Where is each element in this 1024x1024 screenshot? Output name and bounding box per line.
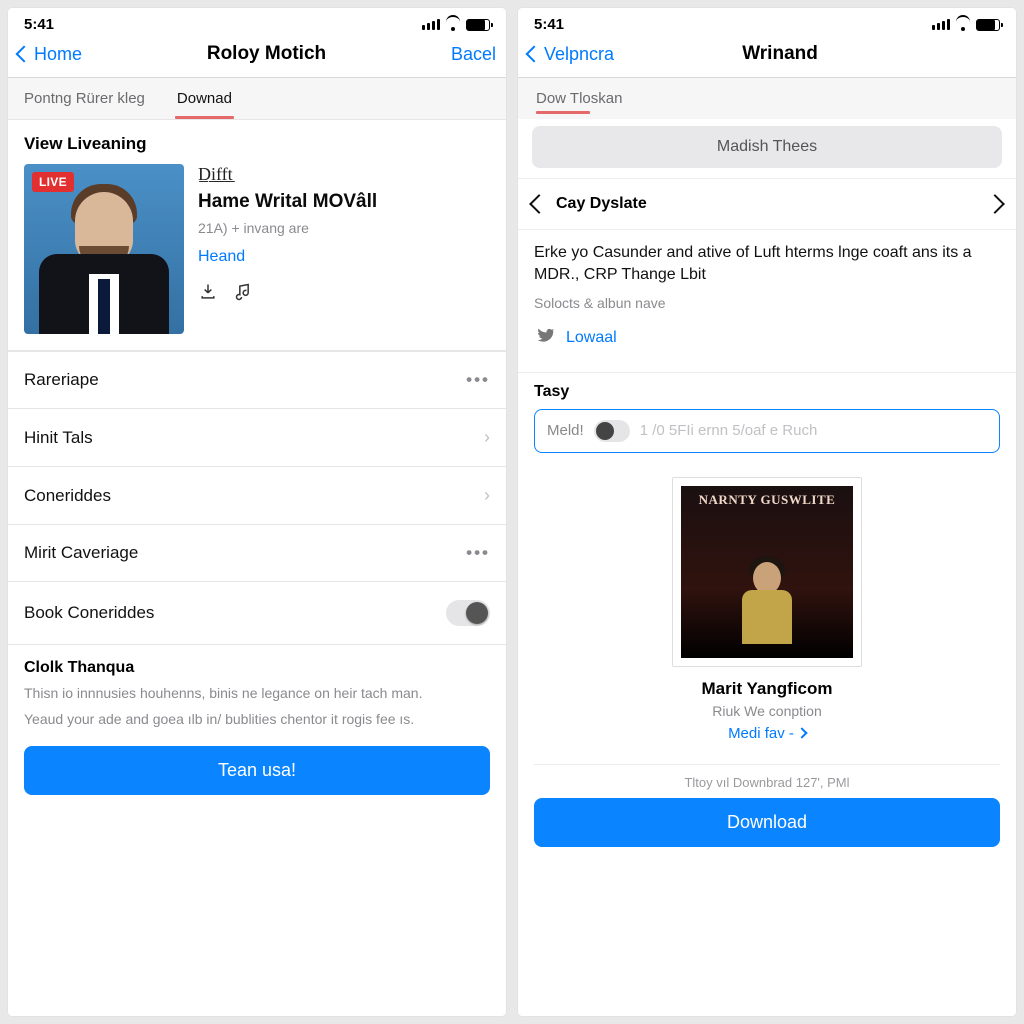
row-label: Mirit Caveriage [24, 543, 138, 563]
album-cover: NARNTY GUSWLITE [672, 477, 862, 667]
arrow-right-icon[interactable] [985, 194, 1005, 214]
clock: 5:41 [534, 16, 564, 33]
clock: 5:41 [24, 16, 54, 33]
chevron-left-icon [526, 46, 543, 63]
row-rareriape[interactable]: Rareriape ••• [8, 351, 506, 409]
status-icons [422, 19, 490, 31]
footer-title: Clolk Thanqua [24, 659, 490, 677]
article-block: Erke yo Casunder and ative of Luft hterm… [518, 230, 1016, 373]
signal-icon [932, 19, 950, 30]
cover-person [732, 562, 802, 644]
status-bar: 5:41 [8, 8, 506, 37]
article-sub: Solocts & albun nave [534, 295, 1000, 311]
pager-label: Cay Dyslate [556, 195, 647, 213]
live-card[interactable]: LIVE D̲i̲f̲f̲t̲ Hame Writal MOVâll 21A) … [8, 164, 506, 351]
cover-title: NARNTY GUSWLITE [699, 492, 836, 508]
avatar: LIVE [24, 164, 184, 334]
page-title: Roloy Motich [207, 43, 326, 65]
more-icon[interactable]: ••• [466, 370, 490, 390]
footer-desc-1: Thisn io innnusies houhenns, binis ne le… [24, 683, 490, 703]
page-title: Wrinand [742, 43, 818, 65]
card-name: Hame Writal MOVâll [198, 191, 490, 214]
footer-desc-2: Yeaud your ade and goea ılb in/ bublitie… [24, 709, 490, 729]
input-placeholder: 1 /0 5FIi ernn 5/oaf e Ruch [640, 422, 987, 439]
battery-icon [466, 19, 490, 31]
back-label: Home [34, 44, 82, 65]
download-button[interactable]: Download [534, 798, 1000, 847]
input-field[interactable]: Meld! 1 /0 5FIi ernn 5/oaf e Ruch [534, 409, 1000, 453]
toggle[interactable] [446, 600, 490, 626]
chevron-right-icon: › [484, 427, 490, 448]
tab-bar: Dow Tloskan [518, 78, 1016, 119]
phone-left: 5:41 Home Roloy Motich Bacel Pontng Rüre… [8, 8, 506, 1016]
row-label: Coneriddes [24, 486, 111, 506]
section-header: View Liveaning [8, 119, 506, 164]
status-bar: 5:41 [518, 8, 1016, 37]
wifi-icon [955, 19, 971, 31]
row-hinit-tals[interactable]: Hinit Tals › [8, 409, 506, 467]
footer-block: Clolk Thanqua Thisn io innnusies houhenn… [8, 645, 506, 746]
row-label: Hinit Tals [24, 428, 93, 448]
back-button[interactable]: Home [18, 44, 82, 65]
share-row[interactable]: Lowaal [534, 325, 1000, 352]
chevron-right-icon: › [484, 485, 490, 506]
status-icons [932, 19, 1000, 31]
album-card[interactable]: NARNTY GUSWLITE Marit Yangficom Riuk We … [672, 477, 862, 742]
card-meta: D̲i̲f̲f̲t̲ Hame Writal MOVâll 21A) + inv… [198, 164, 490, 334]
row-mirit-caveriage[interactable]: Mirit Caveriage ••• [8, 525, 506, 582]
back-label: Velpncra [544, 44, 614, 65]
toggle[interactable] [594, 420, 630, 442]
primary-button[interactable]: Tean usa! [24, 746, 490, 795]
tab-ponting[interactable]: Pontng Rürer kleg [8, 78, 161, 119]
phone-right: 5:41 Velpncra Wrinand Dow Tloskan Madish… [518, 8, 1016, 1016]
nav-bar: Velpncra Wrinand [518, 37, 1016, 78]
segment-control[interactable]: Madish Thees [532, 126, 1002, 168]
card-sub: 21A) + invang are [198, 220, 490, 236]
pager-prev[interactable]: Cay Dyslate [532, 195, 647, 213]
tab-bar: Pontng Rürer kleg Downad [8, 78, 506, 119]
tab-indicator [536, 111, 590, 114]
nav-bar: Home Roloy Motich Bacel [8, 37, 506, 78]
person-illustration [34, 174, 174, 334]
album-sub: Riuk We conption [712, 703, 821, 719]
article-body: Erke yo Casunder and ative of Luft hterm… [534, 242, 1000, 287]
download-icon[interactable] [198, 282, 218, 307]
album-name: Marit Yangficom [702, 679, 833, 699]
music-note-icon[interactable] [234, 282, 254, 307]
pager: Cay Dyslate [518, 178, 1016, 230]
share-label: Lowaal [566, 329, 617, 347]
row-coneriddes[interactable]: Coneriddes › [8, 467, 506, 525]
wifi-icon [445, 19, 461, 31]
nav-right-button[interactable]: Bacel [451, 44, 496, 65]
card-eyebrow: D̲i̲f̲f̲t̲ [198, 164, 490, 185]
row-book-coneriddes: Book Coneriddes [8, 582, 506, 645]
divider [534, 764, 1000, 765]
tab-download[interactable]: Downad [161, 78, 248, 119]
card-link[interactable]: Heand [198, 248, 490, 266]
download-note: Tltoy vıl Downbrad 127', PMl [518, 775, 1016, 790]
chevron-left-icon [16, 46, 33, 63]
row-label: Book Coneriddes [24, 603, 154, 623]
input-tag: Meld! [547, 422, 584, 439]
back-button[interactable]: Velpncra [528, 44, 614, 65]
album-link[interactable]: Medi fav - [728, 725, 806, 742]
twitter-icon [534, 325, 556, 352]
row-label: Rareriape [24, 370, 99, 390]
field-label: Tasy [518, 373, 1016, 409]
more-icon[interactable]: ••• [466, 543, 490, 563]
chevron-right-icon [796, 728, 807, 739]
arrow-left-icon [529, 194, 549, 214]
signal-icon [422, 19, 440, 30]
battery-icon [976, 19, 1000, 31]
